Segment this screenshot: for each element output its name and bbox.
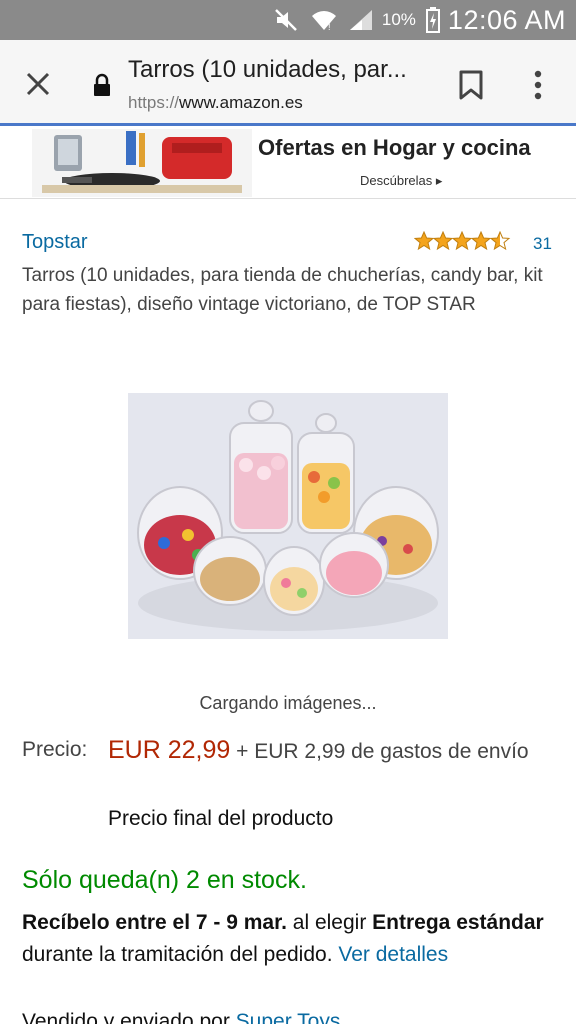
status-bar: ! 10% 12:06 AM bbox=[0, 0, 576, 40]
seller-info: Vendido y enviado por Super Toys bbox=[22, 1010, 340, 1024]
signal-icon bbox=[348, 8, 374, 32]
banner-title: Ofertas en Hogar y cocina bbox=[258, 135, 531, 160]
more-vert-icon[interactable] bbox=[528, 68, 548, 102]
stock-status: Sólo queda(n) 2 en stock. bbox=[22, 866, 307, 894]
shipping-cost: + EUR 2,99 de gastos de envío bbox=[236, 740, 529, 763]
battery-percent: 10% bbox=[381, 10, 416, 29]
delivery-dates: Recíbelo entre el 7 - 9 mar. bbox=[22, 911, 287, 934]
bookmark-icon[interactable] bbox=[456, 69, 486, 101]
rating-stars[interactable] bbox=[414, 231, 514, 251]
seller-link[interactable]: Super Toys bbox=[236, 1010, 341, 1024]
close-icon[interactable] bbox=[22, 68, 54, 100]
price-label: Precio: bbox=[22, 738, 88, 761]
kitchen-appliances-image bbox=[32, 129, 252, 197]
banner-link[interactable]: Descúbrelas ▸ bbox=[360, 173, 442, 189]
final-price-note: Precio final del producto bbox=[108, 807, 334, 830]
delivery-method: Entrega estándar bbox=[372, 911, 544, 934]
svg-text:!: ! bbox=[328, 22, 331, 32]
review-count[interactable]: 31 bbox=[533, 234, 552, 254]
url-bar[interactable]: https://www.amazon.es bbox=[128, 93, 303, 113]
delivery-text-1: al elegir bbox=[286, 911, 373, 934]
browser-toolbar: Tarros (10 unidades, par... https://www.… bbox=[0, 40, 576, 126]
divider bbox=[0, 198, 576, 199]
seller-prefix: Vendido y enviado por bbox=[22, 1010, 236, 1024]
delivery-text-2: durante la tramitación del pedido. bbox=[22, 943, 339, 966]
clock: 12:06 AM bbox=[447, 4, 566, 35]
page-title[interactable]: Tarros (10 unidades, par... bbox=[128, 56, 428, 84]
brand-link[interactable]: Topstar bbox=[22, 231, 88, 254]
lock-icon bbox=[92, 73, 112, 97]
battery-charging-icon bbox=[425, 7, 440, 33]
delivery-details-link[interactable]: Ver detalles bbox=[338, 943, 448, 966]
price-block: EUR 22,99 + EUR 2,99 de gastos de envío bbox=[108, 734, 548, 768]
wifi-icon: ! bbox=[310, 8, 338, 32]
url-protocol: https:// bbox=[128, 93, 180, 112]
product-title: Tarros (10 unidades, para tienda de chuc… bbox=[22, 265, 543, 315]
delivery-info: Recíbelo entre el 7 - 9 mar. al elegir E… bbox=[22, 907, 552, 971]
product-image[interactable] bbox=[128, 393, 448, 639]
mute-icon bbox=[274, 8, 300, 32]
price-value: EUR 22,99 bbox=[108, 736, 231, 764]
promo-banner[interactable]: Ofertas en Hogar y cocina Descúbrelas ▸ bbox=[32, 129, 544, 197]
loading-images-text: Cargando imágenes... bbox=[199, 693, 377, 713]
url-host: www.amazon.es bbox=[179, 93, 303, 112]
